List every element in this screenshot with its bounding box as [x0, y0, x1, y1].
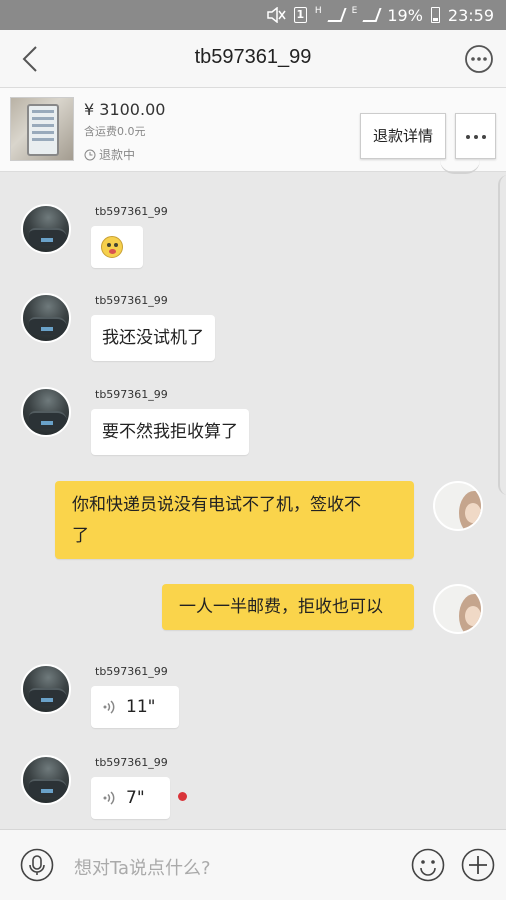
order-status-label: 退款中 — [99, 148, 136, 162]
more-options-icon[interactable] — [464, 44, 494, 74]
mute-icon — [267, 7, 286, 23]
signal-icon-2 — [362, 8, 382, 22]
voice-wave-icon — [103, 791, 115, 805]
voice-message-bubble[interactable]: 11" — [91, 686, 179, 728]
emoji-message-bubble[interactable] — [91, 226, 143, 268]
clock-time: 23:59 — [447, 5, 494, 25]
order-more-button[interactable] — [455, 113, 496, 159]
product-thumbnail[interactable] — [10, 97, 74, 161]
clock-icon — [84, 149, 96, 160]
unread-dot — [178, 792, 187, 801]
message-bubble[interactable]: 要不然我拒收算了 — [91, 409, 249, 455]
my-message-bubble[interactable]: 一人一半邮费，拒收也可以 — [162, 584, 414, 630]
network-h-label: H — [314, 6, 322, 16]
microphone-icon[interactable] — [20, 848, 54, 882]
chat-title: tb597361_99 — [194, 46, 312, 68]
contact-avatar[interactable] — [21, 755, 71, 805]
sender-name: tb597361_99 — [95, 205, 168, 218]
voice-duration: 7" — [126, 788, 145, 808]
contact-avatar[interactable] — [21, 204, 71, 254]
surprised-face-emoji-icon — [101, 236, 123, 258]
sender-name: tb597361_99 — [95, 665, 168, 678]
chat-header: tb597361_99 — [0, 30, 506, 88]
voice-duration: 11" — [126, 697, 156, 717]
my-avatar[interactable] — [433, 584, 483, 634]
battery-icon — [430, 7, 440, 23]
order-price: ¥ 3100.00 — [84, 100, 166, 119]
message-input[interactable]: 想对Ta说点什么? — [74, 854, 211, 880]
voice-message-bubble[interactable]: 7" — [91, 777, 170, 819]
sender-name: tb597361_99 — [95, 756, 168, 769]
refund-details-button[interactable]: 退款详情 — [360, 113, 446, 159]
my-message-bubble[interactable]: 你和快递员说没有电试不了机，签收不 了 — [55, 481, 414, 559]
message-bubble[interactable]: 我还没试机了 — [91, 315, 215, 361]
status-bar: 1 H E 19% 23:59 — [0, 0, 506, 30]
contact-avatar[interactable] — [21, 387, 71, 437]
sender-name: tb597361_99 — [95, 388, 168, 401]
input-bar: 想对Ta说点什么? — [0, 829, 506, 900]
shipping-fee: 含运费0.0元 — [84, 125, 146, 138]
contact-avatar[interactable] — [21, 664, 71, 714]
sim-icon: 1 — [293, 7, 307, 23]
my-message-line: 了 — [72, 526, 89, 546]
battery-percent: 19% — [387, 5, 423, 25]
plus-icon[interactable] — [461, 848, 495, 882]
order-status: 退款中 — [84, 146, 135, 163]
my-avatar[interactable] — [433, 481, 483, 531]
sender-name: tb597361_99 — [95, 294, 168, 307]
contact-avatar[interactable] — [21, 293, 71, 343]
voice-wave-icon — [103, 700, 115, 714]
scroll-indicator[interactable] — [498, 175, 506, 495]
my-message-line: 你和快递员说没有电试不了机，签收不 — [72, 495, 361, 515]
status-icons: 1 H E 19% 23:59 — [266, 4, 494, 26]
signal-icon — [327, 8, 347, 22]
emoji-icon[interactable] — [411, 848, 445, 882]
order-summary: ¥ 3100.00 含运费0.0元 退款中 退款详情 — [0, 88, 506, 172]
network-e-label: E — [351, 6, 358, 16]
